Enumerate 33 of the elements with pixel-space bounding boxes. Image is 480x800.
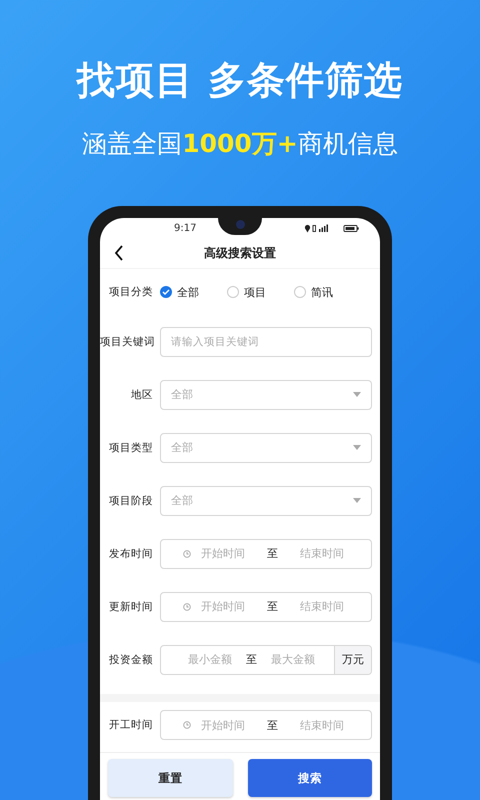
dropdown-caret-icon [353,392,361,397]
status-time: 9:17 [174,222,196,234]
radio-option[interactable]: 简讯 [294,284,361,300]
field-label: 项目阶段 [108,494,153,508]
field-label: 发布时间 [108,546,153,560]
keyword-input[interactable]: 请输入项目关键词 [160,326,372,356]
back-icon[interactable] [114,245,124,261]
date-range-field[interactable]: 开始时间 至 结束时间 [160,592,372,622]
camera-notch [218,218,262,235]
field-label: 项目类型 [108,440,153,454]
field-label: 更新时间 [108,600,153,614]
field-label: 投资金额 [108,652,153,666]
clock-icon [183,550,191,558]
field-label: 项目分类 [108,285,153,299]
status-icons [304,224,360,232]
checkmark-icon [162,289,170,295]
date-range-field[interactable]: 开始时间 至 结束时间 [160,710,372,740]
search-button[interactable]: 搜索 [248,759,372,797]
radio-option[interactable]: 全部 [160,284,227,300]
field-label: 开工时间 [108,718,153,732]
reset-button[interactable]: 重置 [108,759,232,797]
field-label: 项目关键词 [100,334,153,348]
dropdown-caret-icon [353,498,361,503]
date-range-field[interactable]: 开始时间 至 结束时间 [160,538,372,568]
clock-icon [183,721,191,729]
subheadline: 涵盖全国 1000万+商机信息 [82,128,398,160]
nav-title: 高级搜索设置 [203,244,277,262]
dropdown-caret-icon [353,445,361,450]
amount-range-field[interactable]: 最小金额 至 最大金额 万元 [160,644,372,674]
field-label: 地区 [130,388,153,402]
headline: 找项目 多条件筛选 [76,57,404,104]
radio-option[interactable]: 项目 [227,284,294,300]
clock-icon [183,602,191,610]
